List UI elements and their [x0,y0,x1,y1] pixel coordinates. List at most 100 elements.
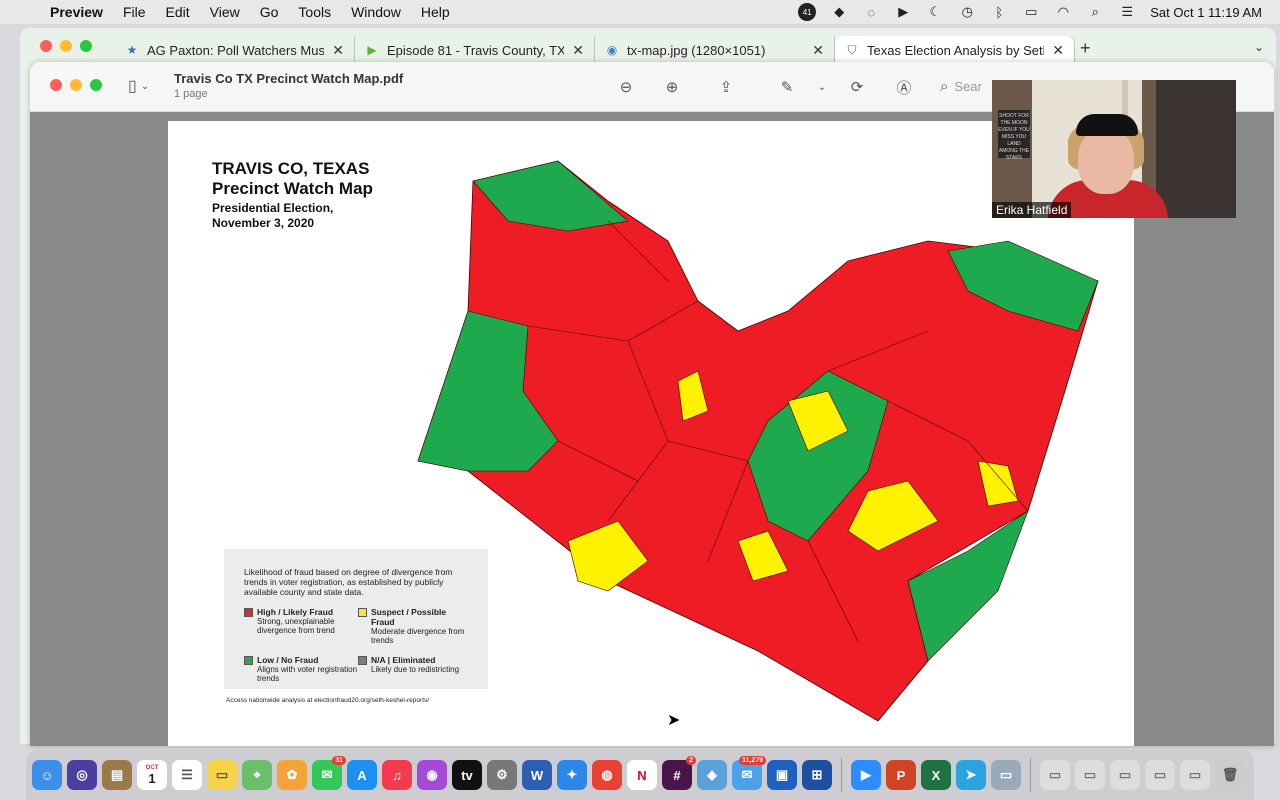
fullscreen-icon[interactable] [80,40,92,52]
slack-icon[interactable]: #2 [662,756,696,790]
zoom-in-button[interactable]: ⊕ [660,75,684,99]
maps-icon[interactable]: ⌖ [242,760,272,790]
calendar-icon[interactable]: OCT 1 [137,760,167,790]
menu-edit[interactable]: Edit [156,4,200,20]
menu-window[interactable]: Window [341,4,411,20]
menubar-clock[interactable]: Sat Oct 1 11:19 AM [1150,5,1262,20]
mail-icon[interactable]: ✉ 11,279 [732,756,766,790]
markup-menu-button[interactable]: ⌄ [810,75,834,99]
dropbox-icon[interactable]: ◆ [830,4,848,20]
legend-name: High / Likely Fraud [257,607,334,617]
podcasts-icon[interactable]: ◉ [417,760,447,790]
minimize-icon[interactable] [60,40,72,52]
news-icon[interactable]: N [627,760,657,790]
map-subtitle-line2: November 3, 2020 [212,216,315,230]
legend-name: Low / No Fraud [257,655,319,665]
word-icon[interactable]: W [522,760,552,790]
tab-close-icon[interactable]: ✕ [812,42,824,59]
close-icon[interactable] [40,40,52,52]
annotate-button[interactable]: Ⓐ [892,75,916,99]
fullscreen-icon[interactable] [90,79,102,91]
legend-name: Suspect / Possible Fraud [371,607,447,627]
minimized-window-icon[interactable]: ▭ [1145,760,1175,790]
telegram-icon[interactable]: ➤ [956,760,986,790]
play-status-icon[interactable]: ▶ [894,4,912,20]
tab-close-icon[interactable]: ✕ [572,42,584,59]
apple-tv-icon[interactable]: tv [452,760,482,790]
spinner-icon[interactable]: ◌ [862,4,880,20]
safari-icon[interactable]: ✦ [557,760,587,790]
shield-icon: ⛉ [847,42,857,57]
legend-intro: Likelihood of fraud based on degree of d… [244,567,453,597]
dock: ☺ ◎ ▤ OCT 1 ☰ ▭ ⌖ ✿ ✉ 31 A ♫ ◉ tv ⚙ W ✦ ◍ … [26,750,1254,800]
webcam-overlay: SHOOT FOR THE MOON EVEN IF YOU MISS YOU … [992,80,1236,218]
control-center-icon[interactable]: ☰ [1118,4,1136,20]
window-thumbnail-icon[interactable]: ▭ [991,760,1021,790]
menu-help[interactable]: Help [411,4,460,20]
rotate-button[interactable]: ⟳ [845,75,869,99]
excel-icon[interactable]: X [921,760,951,790]
notes-app-icon[interactable]: ▤ [102,760,132,790]
markup-button[interactable]: ✎ [775,75,799,99]
menu-file[interactable]: File [113,4,156,20]
zoom-icon[interactable]: ▶ [851,760,881,790]
tab-close-icon[interactable]: ✕ [1052,42,1064,59]
menu-app-name[interactable]: Preview [46,4,113,20]
network-icon[interactable]: ◈ [697,760,727,790]
minimized-window-icon[interactable]: ▭ [1075,760,1105,790]
minimized-window-icon[interactable]: ▭ [1110,760,1140,790]
powerpoint-icon[interactable]: P [886,760,916,790]
tab-episode-81[interactable]: ▶ Episode 81 - Travis County, TX ✕ [355,36,595,64]
photos-icon[interactable]: ✿ [277,760,307,790]
system-preferences-icon[interactable]: ⚙ [487,760,517,790]
legend-desc: Moderate divergence from trends [371,627,465,645]
screen-capture-plus-icon[interactable]: ⊞ [802,760,832,790]
browser-traffic-lights [40,40,92,52]
minimized-window-icon[interactable]: ▭ [1180,760,1210,790]
close-icon[interactable] [50,79,62,91]
notes-icon[interactable]: ▭ [207,760,237,790]
calendar-day: 1 [148,771,156,786]
bluetooth-icon[interactable]: ᛒ [990,4,1008,20]
battery-icon[interactable]: ▭ [1022,4,1040,20]
trash-icon[interactable]: 🗑 [1215,760,1245,790]
messages-icon[interactable]: ✉ 31 [312,756,346,790]
zoom-out-button[interactable]: ⊖ [614,75,638,99]
search-field[interactable]: ⌕ Sear [940,74,1000,98]
annotate-icon: Ⓐ [896,79,912,97]
legend-desc: Likely due to redistricting [371,665,460,674]
reminders-icon[interactable]: ☰ [172,760,202,790]
app-store-icon[interactable]: A [347,760,377,790]
map-title: TRAVIS CO, TEXAS Precinct Watch Map [212,159,373,199]
minimized-window-icon[interactable]: ▭ [1040,760,1070,790]
slack-badge: 2 [686,756,696,765]
globe-icon: ◉ [606,43,618,57]
moon-icon[interactable]: ☾ [926,4,944,20]
menu-go[interactable]: Go [250,4,289,20]
tab-tx-map[interactable]: ◉ tx-map.jpg (1280×1051) ✕ [595,36,835,64]
menu-tools[interactable]: Tools [288,4,341,20]
tab-label: Texas Election Analysis by Seth [867,42,1045,58]
sidebar-toggle-button[interactable]: ▯ ⌄ [128,76,149,96]
search-icon[interactable]: ⌕ [1086,4,1104,20]
tab-search-button[interactable]: ⌄ [1254,40,1264,54]
new-tab-button[interactable]: + [1080,38,1091,59]
tab-texas-election-analysis[interactable]: ⛉ Texas Election Analysis by Seth ✕ [835,36,1075,64]
legend-desc: Aligns with voter registration trends [257,665,358,683]
menu-view[interactable]: View [200,4,250,20]
minimize-icon[interactable] [70,79,82,91]
chrome-icon[interactable]: ◍ [592,760,622,790]
messages-badge: 31 [332,756,346,765]
time-machine-icon[interactable]: ◷ [958,4,976,20]
finder-icon[interactable]: ☺ [32,760,62,790]
document-page-count: 1 page [174,88,208,100]
share-button[interactable]: ⇪ [714,75,738,99]
webcam-shelf [1156,80,1236,218]
tab-ag-paxton[interactable]: ★ AG Paxton: Poll Watchers Must ✕ [115,36,355,64]
tab-close-icon[interactable]: ✕ [332,42,344,59]
status-badge[interactable]: 41 [798,3,817,21]
siri-icon[interactable]: ◎ [67,760,97,790]
wifi-icon[interactable]: ◠ [1054,4,1072,20]
music-icon[interactable]: ♫ [382,760,412,790]
screen-capture-icon[interactable]: ▣ [767,760,797,790]
